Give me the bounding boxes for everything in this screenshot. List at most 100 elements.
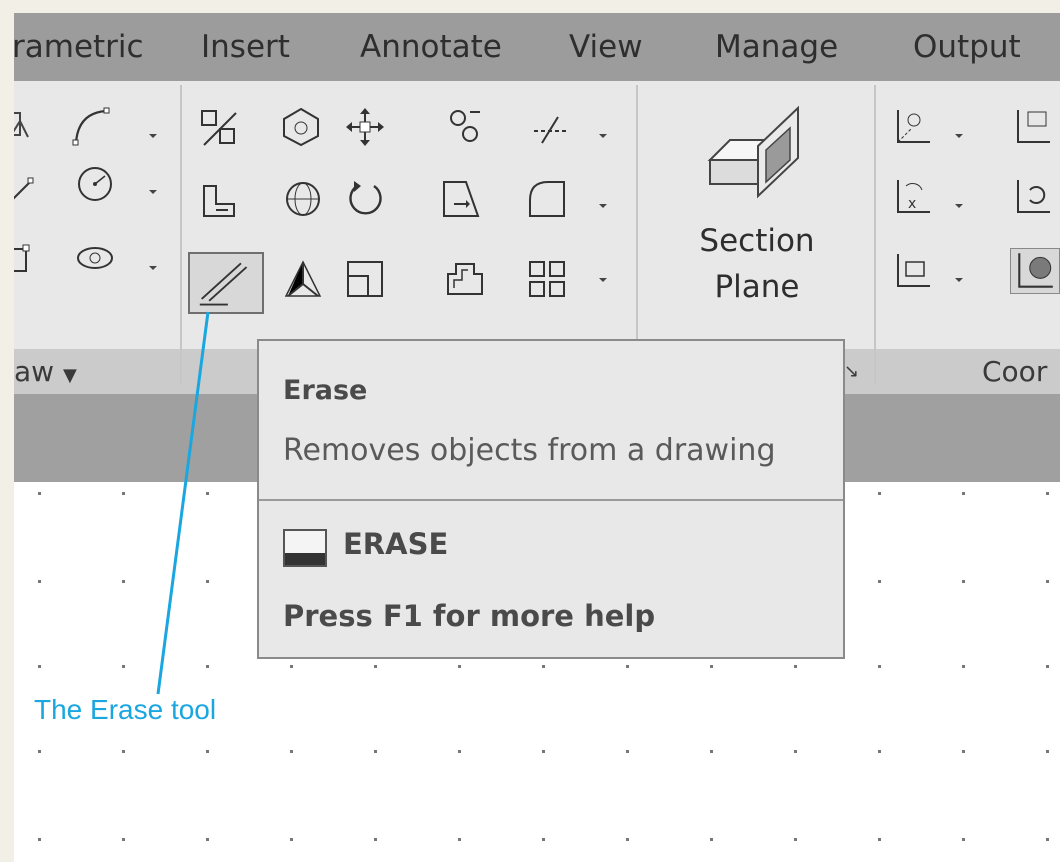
chevron-down-icon[interactable]: [146, 182, 160, 194]
svg-text:x: x: [908, 196, 916, 212]
chevron-down-icon[interactable]: [596, 270, 610, 282]
command-line-icon: [283, 529, 327, 567]
chevron-down-icon[interactable]: [596, 196, 610, 208]
ucs-face-icon[interactable]: [892, 250, 934, 292]
scale-object-icon[interactable]: [344, 258, 386, 300]
chevron-down-icon[interactable]: [952, 126, 966, 138]
grid-dot: [290, 838, 293, 841]
tooltip-title: Erase: [283, 375, 368, 406]
3d-rotate-icon[interactable]: [280, 106, 322, 148]
grid-dot: [122, 580, 125, 583]
grid-dot: [122, 750, 125, 753]
grid-dot: [206, 492, 209, 495]
grid-dot: [1046, 665, 1049, 668]
section-plane-icon[interactable]: [700, 100, 810, 200]
tab-parametric[interactable]: rametric: [12, 13, 144, 81]
grid-dot: [710, 750, 713, 753]
grid-dot: [1046, 492, 1049, 495]
erase-tooltip: Erase Removes objects from a drawing ERA…: [257, 339, 845, 659]
grid-dot: [962, 580, 965, 583]
grid-dot: [38, 838, 41, 841]
ucs-icon-toggle[interactable]: [1010, 248, 1060, 294]
panel-title-coordinates[interactable]: Coor: [982, 349, 1047, 394]
grid-dot: [878, 750, 881, 753]
grid-dot: [794, 750, 797, 753]
grid-dot: [878, 838, 881, 841]
chevron-down-icon[interactable]: [596, 126, 610, 138]
scale-icon[interactable]: [198, 107, 240, 149]
grid-dot: [710, 838, 713, 841]
extend-icon[interactable]: [440, 178, 482, 220]
panel-separator: [180, 85, 182, 385]
page-margin: [0, 0, 14, 862]
grid-dot: [626, 838, 629, 841]
ucs-previous-icon[interactable]: [1012, 176, 1054, 218]
grid-dot: [1046, 750, 1049, 753]
trim-icon[interactable]: [530, 109, 572, 151]
grid-dot: [542, 838, 545, 841]
panel-title-draw[interactable]: aw ▼: [14, 349, 77, 394]
grid-dot: [710, 665, 713, 668]
grid-dot: [458, 838, 461, 841]
grid-dot: [962, 750, 965, 753]
grid-dot: [1046, 838, 1049, 841]
erase-button[interactable]: [188, 252, 264, 314]
fillet-icon[interactable]: [526, 178, 568, 220]
grid-dot: [374, 838, 377, 841]
grid-dot: [878, 580, 881, 583]
grid-dot: [290, 665, 293, 668]
ucs-world-icon[interactable]: [892, 106, 934, 148]
3d-mirror-icon[interactable]: [282, 178, 324, 220]
callout-label: The Erase tool: [34, 694, 217, 725]
tooltip-command: ERASE: [343, 527, 449, 561]
ucs-x-icon[interactable]: x: [892, 176, 934, 218]
3d-align-icon[interactable]: [282, 258, 324, 300]
tab-manage[interactable]: Manage: [715, 13, 838, 81]
chevron-down-icon[interactable]: [146, 126, 160, 138]
array-icon[interactable]: [526, 258, 568, 300]
move-icon[interactable]: [344, 106, 386, 148]
grid-dot: [38, 580, 41, 583]
dropdown-arrow-icon: ▼: [62, 365, 77, 386]
copy-icon[interactable]: [444, 106, 486, 148]
arc-icon[interactable]: [70, 105, 112, 147]
grid-dot: [38, 665, 41, 668]
grid-dot: [206, 665, 209, 668]
grid-dot: [206, 580, 209, 583]
offset-icon[interactable]: [444, 258, 486, 300]
tab-view[interactable]: View: [569, 13, 643, 81]
grid-dot: [878, 492, 881, 495]
panel-launcher-icon[interactable]: ↘: [844, 349, 859, 394]
tab-insert[interactable]: Insert: [201, 13, 290, 81]
tooltip-description: Removes objects from a drawing: [283, 433, 776, 468]
section-plane-button[interactable]: Section Plane: [672, 218, 842, 310]
grid-dot: [794, 838, 797, 841]
rotate-icon[interactable]: [344, 178, 386, 220]
grid-dot: [1046, 580, 1049, 583]
erase-icon: [199, 262, 248, 306]
stretch-icon[interactable]: [198, 180, 240, 222]
autocad-window: rametric Insert Annotate View Manage Out…: [0, 0, 1060, 862]
tooltip-help: Press F1 for more help: [283, 599, 656, 633]
ribbon-tab-bar: rametric Insert Annotate View Manage Out…: [12, 13, 1060, 81]
tab-annotate[interactable]: Annotate: [360, 13, 502, 81]
grid-dot: [206, 750, 209, 753]
ucs-view-icon[interactable]: [1012, 106, 1054, 148]
grid-dot: [290, 750, 293, 753]
section-plane-label-line2: Plane: [714, 269, 800, 305]
grid-dot: [458, 750, 461, 753]
grid-dot: [962, 492, 965, 495]
grid-dot: [794, 665, 797, 668]
grid-dot: [962, 665, 965, 668]
panel-separator: [874, 85, 876, 385]
chevron-down-icon[interactable]: [952, 270, 966, 282]
grid-dot: [122, 838, 125, 841]
grid-dot: [626, 750, 629, 753]
grid-dot: [458, 665, 461, 668]
chevron-down-icon[interactable]: [146, 258, 160, 270]
circle-icon[interactable]: [74, 163, 116, 205]
ellipse-icon[interactable]: [74, 237, 116, 279]
tab-output[interactable]: Output: [913, 13, 1021, 81]
chevron-down-icon[interactable]: [952, 196, 966, 208]
grid-dot: [122, 492, 125, 495]
